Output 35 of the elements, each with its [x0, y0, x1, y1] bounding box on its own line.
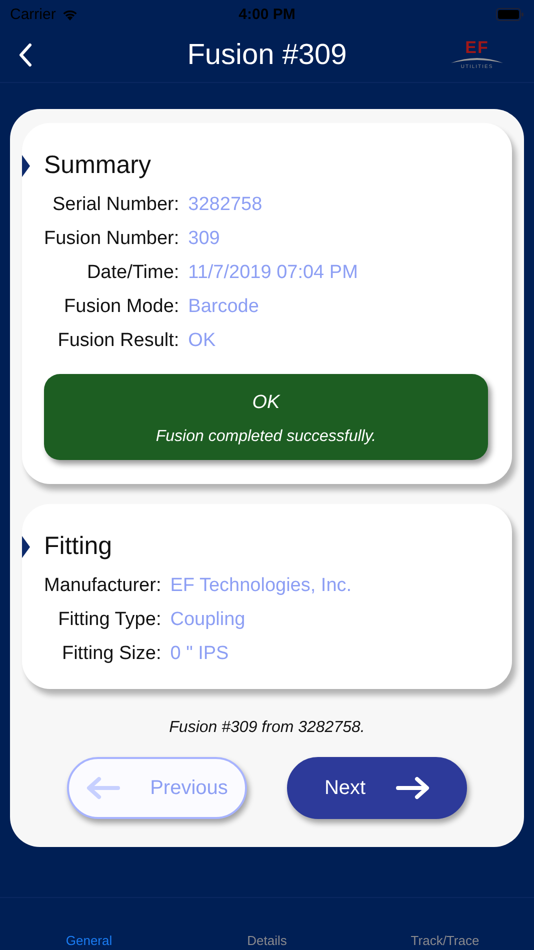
field-value: OK [188, 330, 217, 352]
field-label: Fitting Type: [57, 609, 162, 631]
result-message: Fusion completed successfully. [156, 428, 376, 446]
field-label: Fusion Result: [56, 330, 180, 352]
screen-title: Fusion #309 [187, 38, 347, 72]
status-time: 4:00 PM [238, 6, 296, 22]
field-label: Fusion Number: [44, 228, 180, 250]
result-title: OK [252, 392, 280, 414]
tab[interactable]: General [0, 933, 178, 948]
next-button[interactable]: Next [287, 757, 467, 819]
field-label: Fitting Size: [60, 643, 162, 665]
field-label: Manufacturer: [44, 575, 162, 597]
tab[interactable]: Track/Trace [356, 933, 534, 948]
section-title: Fitting [44, 532, 112, 561]
field-value: 309 [188, 228, 221, 250]
disclosure-icon[interactable] [22, 536, 30, 558]
left-arrow-icon [86, 776, 120, 800]
field-value: EF Technologies, Inc. [170, 575, 352, 597]
field-value: 3282758 [188, 194, 264, 216]
field-label: Fusion Mode: [63, 296, 180, 318]
battery-icon [496, 8, 524, 20]
field-label: Date/Time: [86, 262, 180, 284]
carrier-name: Carrier [10, 6, 56, 22]
field-value: Barcode [188, 296, 260, 318]
field-value: 11/7/2019 07:04 PM [188, 262, 358, 284]
field-label: Serial Number: [51, 194, 180, 216]
disclosure-icon[interactable] [22, 154, 30, 176]
field-value: Coupling [170, 609, 246, 631]
field-value: 0 " IPS [170, 643, 230, 665]
wifi-icon [60, 8, 79, 20]
footer-note: Fusion #309 from 3282758. [169, 719, 365, 737]
back-icon[interactable] [18, 43, 32, 67]
tab[interactable]: Details [178, 933, 356, 948]
section-title: Summary [44, 151, 151, 180]
right-arrow-icon [396, 776, 430, 800]
